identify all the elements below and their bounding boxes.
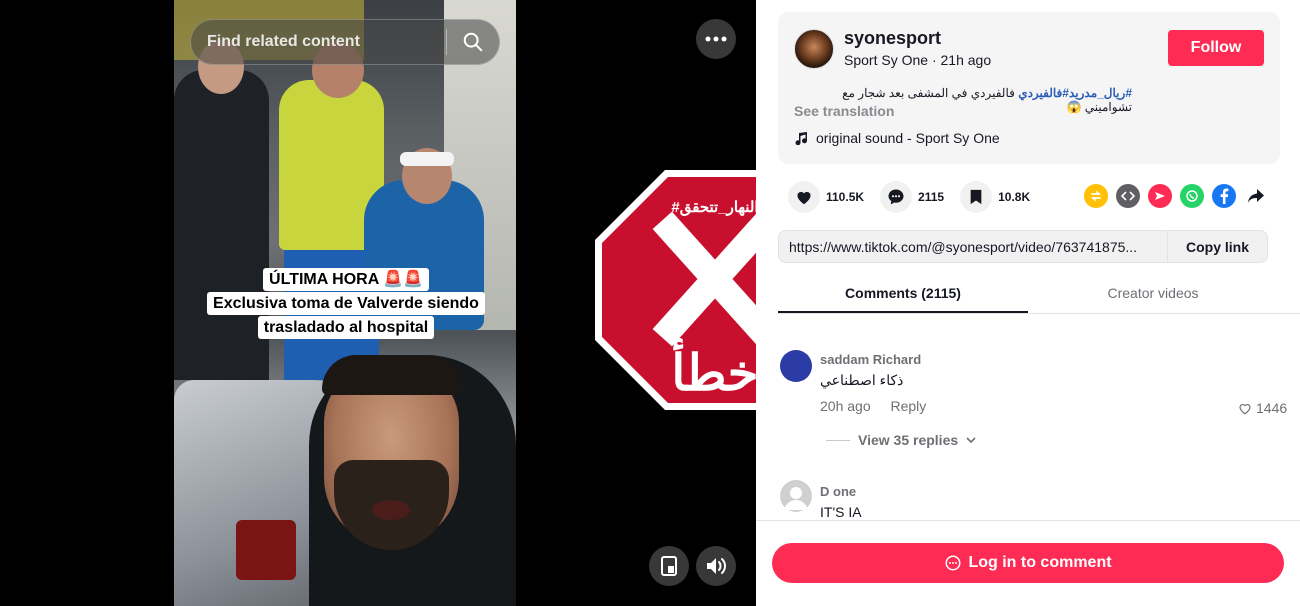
sound-link[interactable]: original sound - Sport Sy One — [794, 130, 1000, 146]
comment-author[interactable]: saddam Richard — [820, 352, 921, 367]
tab-comments[interactable]: Comments (2115) — [778, 274, 1028, 313]
video-caption: ÚLTIMA HORA 🚨🚨 Exclusiva toma de Valverd… — [206, 268, 486, 340]
comment-bubble-icon — [945, 555, 961, 571]
embed-icon[interactable] — [1116, 184, 1140, 208]
like-count: 110.5K — [826, 190, 865, 204]
car-tail-light — [236, 520, 296, 580]
facebook-icon[interactable] — [1212, 184, 1236, 208]
comment-bar: Log in to comment — [756, 520, 1300, 606]
comment-button[interactable]: 2115 — [880, 181, 944, 213]
hashtag-link[interactable]: #فالفيردي — [1018, 86, 1069, 100]
caption-line: trasladado al hospital — [257, 316, 435, 339]
separator: · — [931, 52, 941, 68]
author-display-name: Sport Sy One — [844, 52, 929, 68]
copy-link-button[interactable]: Copy link — [1167, 231, 1267, 262]
view-replies-label[interactable]: View 35 replies — [858, 432, 958, 448]
presenter-hair — [322, 355, 462, 395]
author-subline: Sport Sy One · 21h ago — [844, 52, 991, 68]
head-bandage — [400, 152, 454, 166]
search-placeholder[interactable]: Find related content — [207, 33, 446, 51]
save-button[interactable]: 10.8K — [960, 181, 1030, 213]
comment-like-button[interactable]: 1446 — [1238, 400, 1287, 416]
volume-button[interactable] — [696, 546, 736, 586]
caption-line: ÚLTIMA HORA 🚨🚨 — [263, 268, 429, 291]
tab-creator-videos[interactable]: Creator videos — [1028, 274, 1278, 313]
chevron-down-icon — [966, 437, 976, 443]
engagement-actions: 110.5K 2115 10.8K — [788, 180, 1046, 214]
comment-text: ذكاء اصطناعي — [820, 372, 904, 388]
comment-author[interactable]: D one — [820, 484, 856, 499]
view-replies-button[interactable]: View 35 replies — [826, 432, 976, 448]
video-link-box: https://www.tiktok.com/@syonesport/video… — [778, 230, 1268, 263]
whatsapp-icon[interactable] — [1180, 184, 1204, 208]
divider — [826, 439, 850, 441]
heart-icon — [797, 191, 811, 205]
reply-button[interactable]: Reply — [891, 398, 927, 414]
caption-line: Exclusiva toma de Valverde siendo — [207, 292, 485, 315]
presenter-mouth — [372, 500, 410, 520]
follow-button[interactable]: Follow — [1168, 30, 1264, 66]
speaker-icon — [707, 558, 726, 574]
hashtag-link[interactable]: #ريال_مدريد — [1069, 86, 1132, 100]
post-info-card: syonesport Sport Sy One · 21h ago Follow… — [778, 12, 1280, 164]
avatar[interactable] — [794, 29, 834, 69]
login-to-comment-label: Log in to comment — [968, 554, 1112, 571]
share-arrow-icon[interactable] — [1244, 184, 1268, 208]
bookmark-icon — [970, 189, 982, 205]
send-icon[interactable] — [1148, 184, 1172, 208]
picture-in-picture-button[interactable] — [649, 546, 689, 586]
comment-icon — [888, 189, 904, 205]
repost-icon[interactable] — [1084, 184, 1108, 208]
author-username[interactable]: syonesport — [844, 28, 941, 49]
heart-outline-icon — [1239, 403, 1251, 414]
search-icon[interactable] — [447, 19, 499, 65]
avatar[interactable] — [780, 480, 812, 512]
share-options — [1084, 184, 1268, 208]
see-translation-link[interactable]: See translation — [794, 103, 894, 119]
more-options-button[interactable] — [696, 19, 736, 59]
video-url[interactable]: https://www.tiktok.com/@syonesport/video… — [779, 239, 1167, 255]
floating-player-icon — [661, 556, 677, 576]
content-tabs: Comments (2115) Creator videos — [778, 274, 1300, 314]
comment-like-count: 1446 — [1256, 400, 1288, 416]
music-note-icon — [795, 132, 807, 145]
avatar[interactable] — [780, 350, 812, 382]
find-related-search[interactable]: Find related content — [190, 19, 500, 65]
save-count: 10.8K — [998, 190, 1031, 204]
more-dots-icon — [705, 36, 727, 42]
comment-meta: 20h ago Reply — [820, 398, 926, 414]
video-details-panel: syonesport Sport Sy One · 21h ago Follow… — [756, 0, 1300, 606]
comment-time: 20h ago — [820, 398, 871, 414]
default-avatar-icon — [784, 487, 808, 510]
sound-name[interactable]: original sound - Sport Sy One — [816, 130, 1000, 146]
like-button[interactable]: 110.5K — [788, 181, 864, 213]
post-time: 21h ago — [940, 52, 992, 68]
login-to-comment-button[interactable]: Log in to comment — [772, 543, 1284, 583]
comment-text: IT'S IA — [820, 504, 862, 520]
comments-list[interactable]: saddam Richard ذكاء اصطناعي 20h ago Repl… — [756, 314, 1300, 520]
comment-count: 2115 — [918, 190, 945, 204]
